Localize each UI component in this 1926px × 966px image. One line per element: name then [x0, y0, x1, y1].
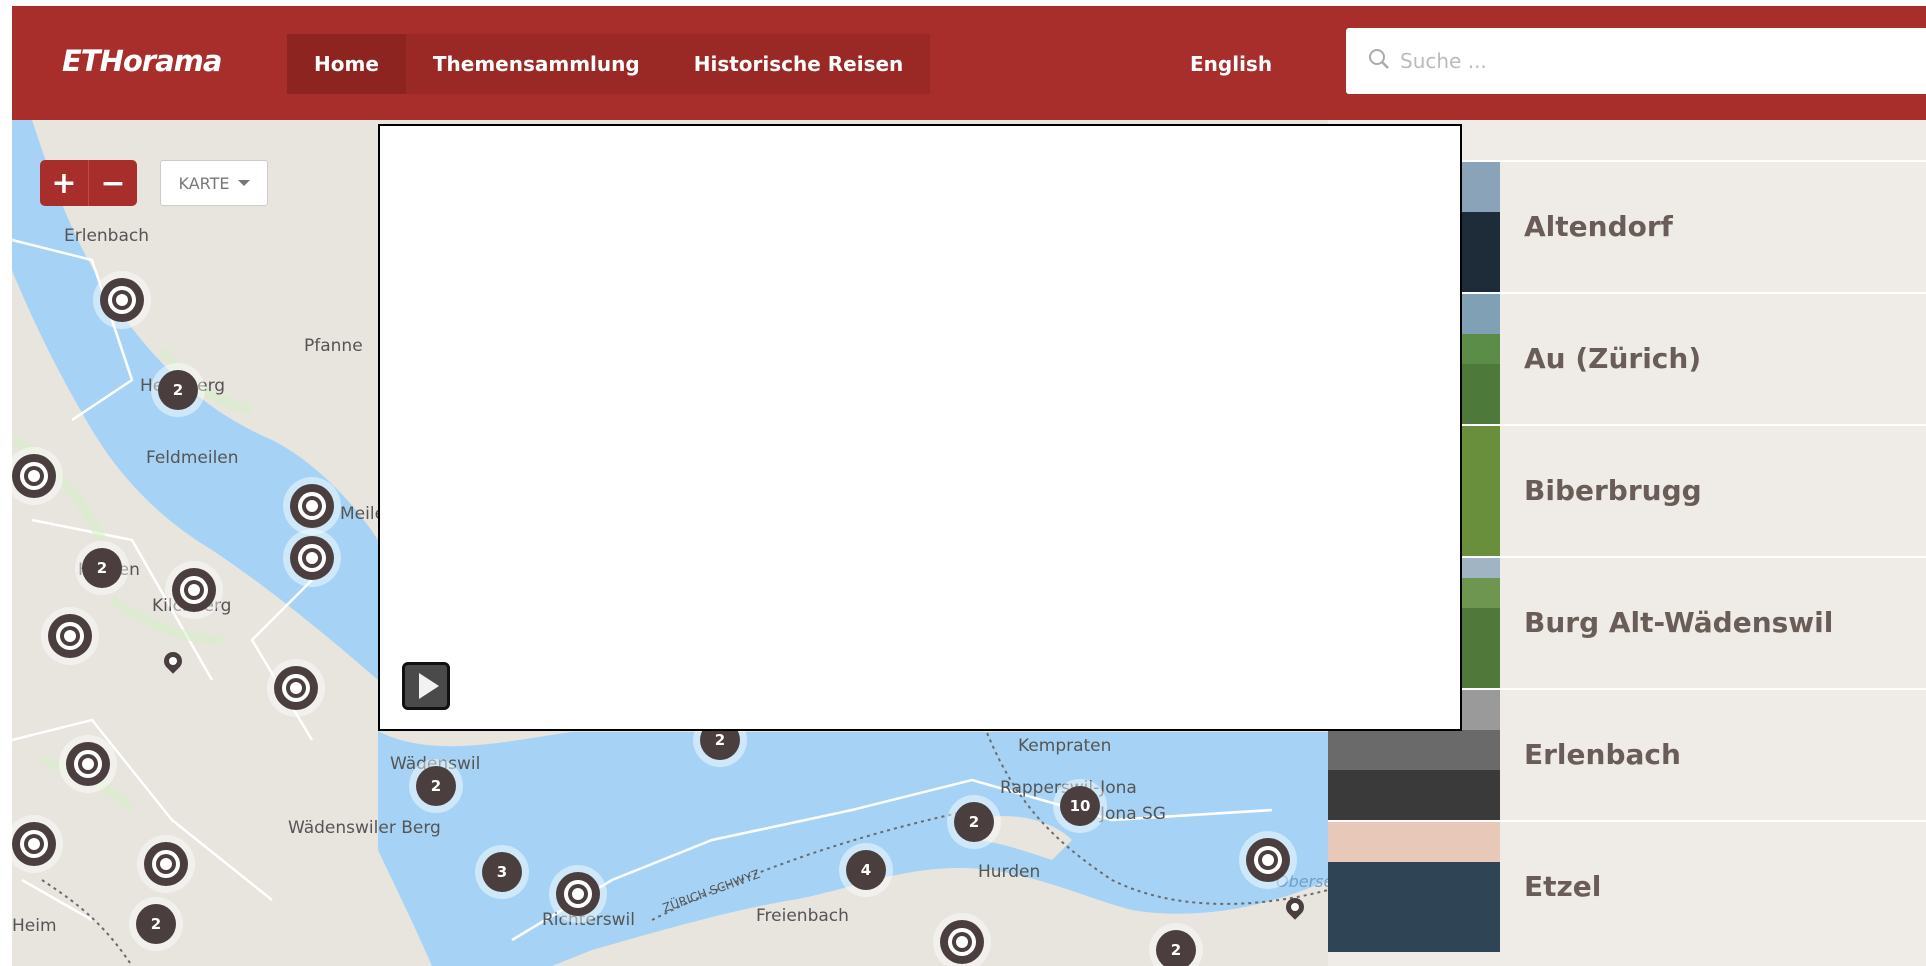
- map-cluster-marker[interactable]: 10: [1060, 786, 1100, 826]
- map-poi-marker[interactable]: [144, 842, 188, 886]
- search-icon: [1368, 48, 1390, 74]
- nav-home[interactable]: Home: [287, 34, 406, 94]
- map-label-hurden: Hurden: [978, 862, 1041, 882]
- caret-down-icon: [237, 180, 250, 186]
- place-thumbnail: [1328, 822, 1500, 952]
- map-poi-marker[interactable]: [172, 568, 216, 612]
- language-switch[interactable]: English: [1190, 34, 1272, 94]
- map-layer-label: KARTE: [178, 173, 230, 193]
- map-cluster-marker[interactable]: 3: [482, 852, 522, 892]
- map-label-erlenbach: Erlenbach: [64, 226, 150, 246]
- navbar: ETHorama Home Themensammlung Historische…: [12, 6, 1926, 120]
- map-poi-marker[interactable]: [48, 614, 92, 658]
- nav-themensammlung[interactable]: Themensammlung: [406, 34, 667, 94]
- map-cluster-marker[interactable]: 2: [158, 370, 198, 410]
- map-label-pfanne: Pfanne: [304, 336, 363, 356]
- map-poi-marker[interactable]: [290, 484, 334, 528]
- map-cluster-marker[interactable]: 2: [82, 548, 122, 588]
- map-poi-marker[interactable]: [12, 822, 56, 866]
- map-cluster-marker[interactable]: 2: [416, 766, 456, 806]
- map-label-kempraten: Kempraten: [1018, 736, 1112, 756]
- map-poi-marker[interactable]: [1246, 838, 1290, 882]
- zoom-controls: + −: [40, 160, 137, 206]
- app-frame: ETHorama Home Themensammlung Historische…: [12, 6, 1926, 966]
- map-label-feldmeilen: Feldmeilen: [146, 448, 239, 468]
- map-cluster-marker[interactable]: 4: [846, 850, 886, 890]
- map-label-waedenswiler-berg: Wädenswiler Berg: [288, 818, 441, 838]
- search-box: [1346, 28, 1926, 94]
- map-label-jona: Jona SG: [1100, 804, 1166, 824]
- brand-logo[interactable]: ETHorama: [62, 44, 222, 78]
- map-poi-marker[interactable]: [940, 920, 984, 964]
- place-title[interactable]: Burg Alt-Wädenswil: [1524, 558, 1833, 688]
- list-item[interactable]: Etzel: [1328, 820, 1926, 954]
- search-input[interactable]: [1398, 48, 1902, 74]
- map-poi-marker[interactable]: [12, 454, 56, 498]
- map-cluster-marker[interactable]: 2: [1156, 930, 1196, 966]
- map-layer-dropdown[interactable]: KARTE: [160, 160, 268, 206]
- map-poi-marker[interactable]: [290, 536, 334, 580]
- map-cluster-marker[interactable]: 2: [136, 904, 176, 944]
- map-poi-marker[interactable]: [66, 742, 110, 786]
- place-title[interactable]: Etzel: [1524, 822, 1601, 952]
- map-poi-marker[interactable]: [274, 666, 318, 710]
- place-title[interactable]: Erlenbach: [1524, 690, 1681, 820]
- nav-historische-reisen[interactable]: Historische Reisen: [667, 34, 931, 94]
- place-title[interactable]: Biberbrugg: [1524, 426, 1702, 556]
- map-poi-marker[interactable]: [100, 278, 144, 322]
- map-label-freienbach: Freienbach: [756, 906, 849, 926]
- zoom-in-button[interactable]: +: [40, 160, 88, 206]
- map-cluster-marker[interactable]: 2: [954, 802, 994, 842]
- place-title[interactable]: Au (Zürich): [1524, 294, 1701, 424]
- zoom-out-button[interactable]: −: [88, 160, 137, 206]
- video-popup: [378, 124, 1462, 731]
- place-title[interactable]: Altendorf: [1524, 162, 1673, 292]
- play-icon[interactable]: [402, 662, 450, 710]
- map-label-heim: Heim: [12, 916, 57, 936]
- main-nav: Home Themensammlung Historische Reisen: [287, 34, 931, 94]
- map-poi-marker[interactable]: [556, 872, 600, 916]
